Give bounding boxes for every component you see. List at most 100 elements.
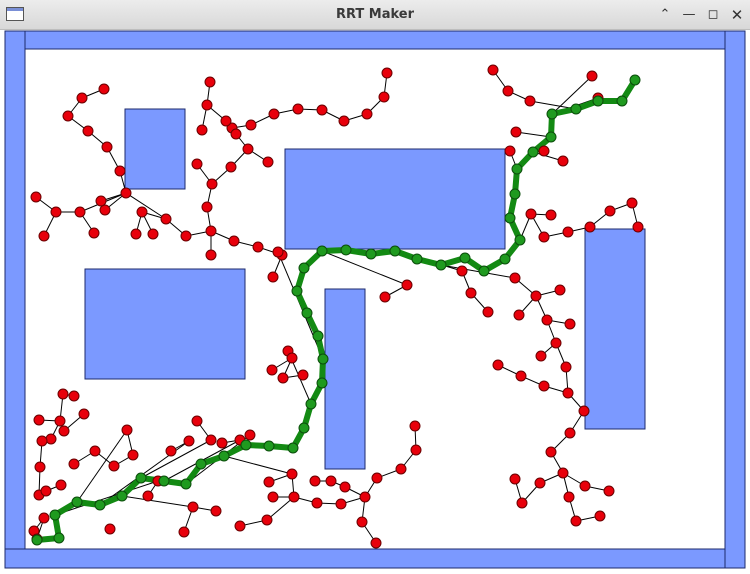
tree-node (502, 85, 514, 97)
tree-node (381, 67, 393, 79)
tree-node (510, 126, 522, 138)
path-node (509, 188, 521, 200)
tree-node (632, 221, 644, 233)
collapse-icon[interactable]: ⌃ (656, 6, 674, 24)
tree-node (38, 230, 50, 242)
tree-node (325, 475, 337, 487)
title-bar: RRT Maker ⌃ — ◻ ✕ (0, 0, 750, 30)
path-node (499, 253, 511, 265)
tree-node (88, 227, 100, 239)
tree-node (286, 468, 298, 480)
path-node (298, 422, 310, 434)
tree-node (603, 485, 615, 497)
maximize-icon[interactable]: ◻ (704, 6, 722, 24)
path-node (312, 330, 324, 342)
tree-node (504, 145, 516, 157)
path-node (546, 108, 558, 120)
tree-node (563, 491, 575, 503)
obstacle (584, 228, 646, 430)
minimize-icon[interactable]: — (680, 6, 698, 24)
tree-node (584, 221, 596, 233)
tree-node (210, 505, 222, 517)
tree-node (524, 95, 536, 107)
tree-node (557, 155, 569, 167)
path-node (504, 212, 516, 224)
close-icon[interactable]: ✕ (728, 6, 746, 24)
tree-node (263, 476, 275, 488)
tree-node (245, 119, 257, 131)
tree-node (267, 491, 279, 503)
path-node (158, 475, 170, 487)
map-canvas[interactable] (0, 30, 750, 574)
tree-node (370, 537, 382, 549)
path-node (195, 458, 207, 470)
tree-node (206, 178, 218, 190)
tree-node (201, 201, 213, 213)
tree-node (74, 206, 86, 218)
path-node (301, 307, 313, 319)
tree-node (338, 115, 350, 127)
path-node (94, 499, 106, 511)
tree-node (205, 434, 217, 446)
tree-node (121, 424, 133, 436)
tree-node (55, 479, 67, 491)
path-node (49, 509, 61, 521)
tree-node (130, 228, 142, 240)
path-node (71, 496, 83, 508)
obstacle (124, 108, 186, 190)
tree-node (120, 187, 132, 199)
tree-node (95, 195, 107, 207)
tree-node (530, 290, 542, 302)
tree-node (50, 206, 62, 218)
tree-node (297, 369, 309, 381)
path-node (514, 234, 526, 246)
path-node (616, 95, 628, 107)
tree-node (579, 480, 591, 492)
tree-node (570, 515, 582, 527)
path-node (287, 442, 299, 454)
tree-node (54, 415, 66, 427)
tree-node (196, 124, 208, 136)
path-node (459, 252, 471, 264)
path-node (340, 244, 352, 256)
tree-node (136, 206, 148, 218)
tree-node (242, 143, 254, 155)
tree-node (191, 415, 203, 427)
tree-node (228, 235, 240, 247)
tree-node (564, 318, 576, 330)
tree-node (147, 228, 159, 240)
tree-node (261, 514, 273, 526)
path-node (317, 353, 329, 365)
wall (4, 30, 26, 569)
tree-node (286, 352, 298, 364)
tree-node (538, 145, 550, 157)
tree-node (34, 461, 46, 473)
tree-node (99, 204, 111, 216)
tree-node (626, 197, 638, 209)
tree-node (409, 420, 421, 432)
path-node (545, 131, 557, 143)
path-node (53, 532, 65, 544)
tree-node (401, 279, 413, 291)
tree-node (82, 125, 94, 137)
tree-node (562, 226, 574, 238)
tree-node (378, 91, 390, 103)
tree-node (114, 165, 126, 177)
tree-node (230, 128, 242, 140)
tree-node (288, 491, 300, 503)
path-node (527, 146, 539, 158)
tree-node (234, 520, 246, 532)
tree-node (108, 460, 120, 472)
tree-node (538, 380, 550, 392)
tree-node (68, 458, 80, 470)
path-node (240, 439, 252, 451)
tree-node (165, 445, 177, 457)
tree-node (205, 249, 217, 261)
rrt-map[interactable] (0, 30, 750, 574)
window-title: RRT Maker (335, 7, 415, 22)
path-node (291, 285, 303, 297)
tree-node (225, 161, 237, 173)
tree-node (267, 271, 279, 283)
tree-node (62, 110, 74, 122)
tree-node (252, 241, 264, 253)
